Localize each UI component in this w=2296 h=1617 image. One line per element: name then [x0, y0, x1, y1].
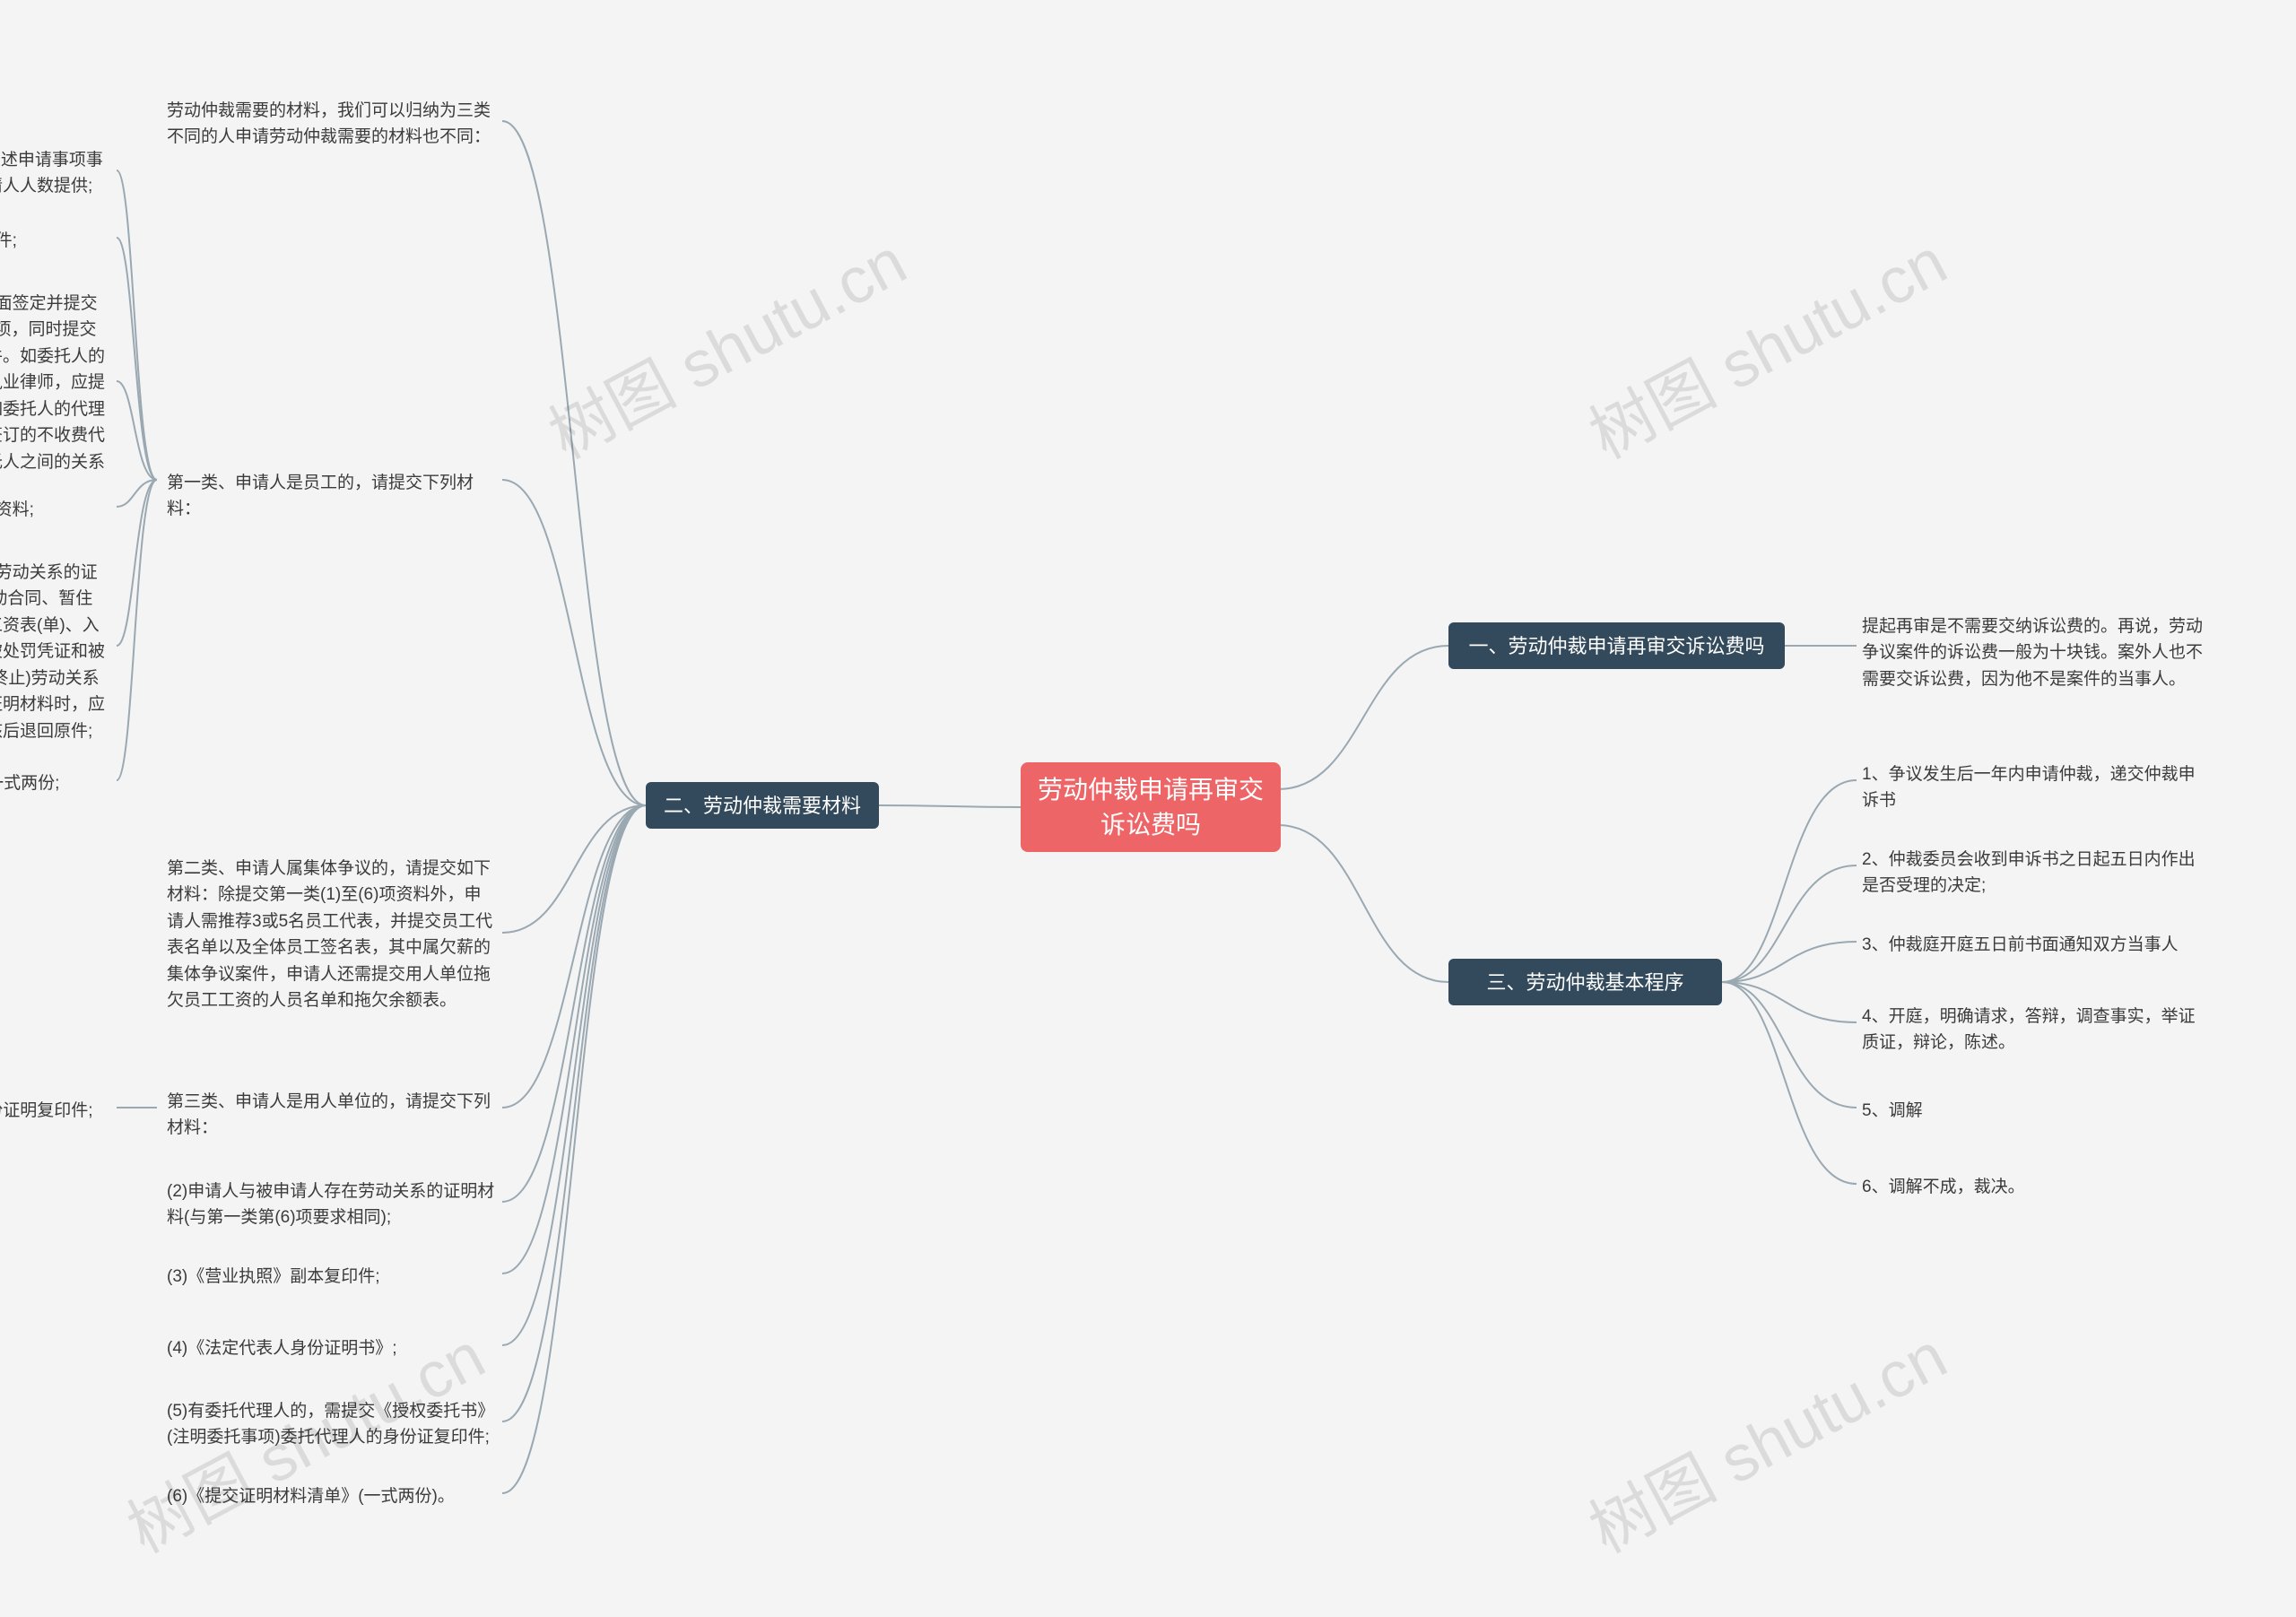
- branch-3-step-3: 3、仲裁庭开庭五日前书面通知双方当事人: [1857, 928, 2206, 961]
- cat3-item-3: (3)《营业执照》副本复印件;: [161, 1260, 502, 1293]
- cat3-item-1: (1)被申请人身份证明复印件;: [0, 1094, 117, 1127]
- branch-2-label: 二、劳动仲裁需要材料: [664, 791, 861, 821]
- watermark: 树图 shutu.cn: [1570, 1304, 1960, 1570]
- branch-3[interactable]: 三、劳动仲裁基本程序: [1448, 959, 1722, 1005]
- branch-3-step-6: 6、调解不成，裁决。: [1857, 1170, 2206, 1204]
- cat3-item-2: (2)申请人与被申请人存在劳动关系的证明材料(与第一类第(6)项要求相同);: [161, 1175, 502, 1235]
- branch-3-step-2: 2、仲裁委员会收到申诉书之日起五日内作出是否受理的决定;: [1857, 843, 2206, 903]
- cat1-item-6: （6）《提交证据材料清单》一式两份;: [0, 767, 117, 800]
- branch-1-label: 一、劳动仲裁申请再审交诉讼费吗: [1468, 631, 1764, 661]
- root-title: 劳动仲裁申请再审交诉讼费吗: [1037, 772, 1265, 842]
- branch-1-leaf: 提起再审是不需要交纳诉讼费的。再说，劳动争议案件的诉讼费一般为十块钱。案外人也不…: [1857, 610, 2215, 696]
- cat3-item-4: (4)《法定代表人身份证明书》;: [161, 1332, 502, 1365]
- cat1-item-1: （1）劳动仲裁申请书(详细陈述申请事项事实理由，一式两份或按被申请人人数提供;: [0, 143, 117, 204]
- branch-1[interactable]: 一、劳动仲裁申请再审交诉讼费吗: [1448, 622, 1785, 669]
- cat3-item-5: (5)有委托代理人的，需提交《授权委托书》(注明委托事项)委托代理人的身份证复印…: [161, 1395, 502, 1455]
- cat1-item-3: （3）有委托代理人的，需当面签定并提交《授权委托书》，注明委托事项，同时提交受委…: [0, 287, 117, 506]
- branch-2[interactable]: 二、劳动仲裁需要材料: [646, 782, 879, 829]
- branch-3-step-5: 5、调解: [1857, 1094, 2206, 1127]
- watermark: 树图 shutu.cn: [1570, 210, 1960, 476]
- cat1-item-2: （2）申请人身份证明及复印件;: [0, 224, 117, 257]
- watermark: 树图 shutu.cn: [530, 210, 919, 476]
- branch-2-cat1: 第一类、申请人是员工的，请提交下列材料：: [161, 466, 502, 526]
- cat3-item-6: (6)《提交证明材料清单》(一式两份)。: [161, 1480, 502, 1513]
- branch-3-step-1: 1、争议发生后一年内申请仲裁，递交仲裁申诉书: [1857, 758, 2206, 818]
- mindmap-root[interactable]: 劳动仲裁申请再审交诉讼费吗: [1021, 762, 1281, 852]
- cat1-item-5: （5）申请人与被申请人存在劳动关系的证明材料;（证明材料包括：劳动合同、暂住证、…: [0, 556, 117, 748]
- cat1-item-4: （4）被申请人工商注册信息资料;: [0, 493, 117, 526]
- branch-3-label: 三、劳动仲裁基本程序: [1486, 968, 1683, 997]
- branch-2-intro: 劳动仲裁需要的材料，我们可以归纳为三类不同的人申请劳动仲裁需要的材料也不同：: [161, 94, 502, 154]
- branch-2-cat3: 第三类、申请人是用人单位的，请提交下列材料：: [161, 1085, 502, 1145]
- branch-3-step-4: 4、开庭，明确请求，答辩，调查事实，举证质证，辩论，陈述。: [1857, 1000, 2206, 1060]
- branch-2-cat2: 第二类、申请人属集体争议的，请提交如下材料：除提交第一类(1)至(6)项资料外，…: [161, 852, 502, 1018]
